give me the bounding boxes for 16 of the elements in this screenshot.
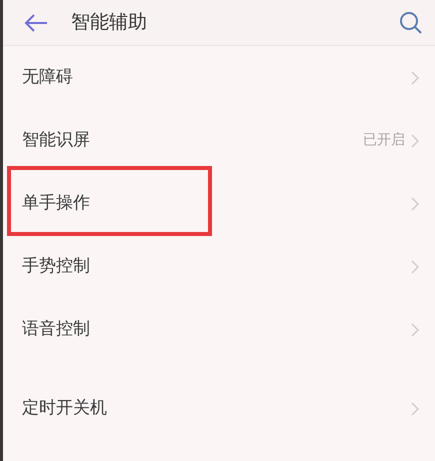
page-title: 智能辅助	[71, 10, 147, 36]
setting-label[interactable]: 手势控制	[22, 254, 90, 280]
setting-label[interactable]: 无障碍	[22, 64, 73, 90]
chevron-icon	[411, 134, 419, 148]
setting-label[interactable]: 单手操作	[22, 190, 90, 216]
setting-label[interactable]: 语音控制	[22, 316, 90, 342]
chevron-icon	[411, 402, 419, 416]
status-text: 已开启	[363, 131, 405, 150]
chevron-icon	[411, 260, 419, 274]
chevron-icon	[411, 70, 419, 84]
chevron-icon	[411, 322, 419, 336]
setting-label[interactable]: 智能识屏	[22, 128, 90, 154]
search-icon[interactable]	[399, 10, 423, 34]
chevron-icon	[411, 196, 419, 210]
setting-label[interactable]: 定时开关机	[22, 396, 107, 422]
back-icon[interactable]	[23, 12, 49, 32]
